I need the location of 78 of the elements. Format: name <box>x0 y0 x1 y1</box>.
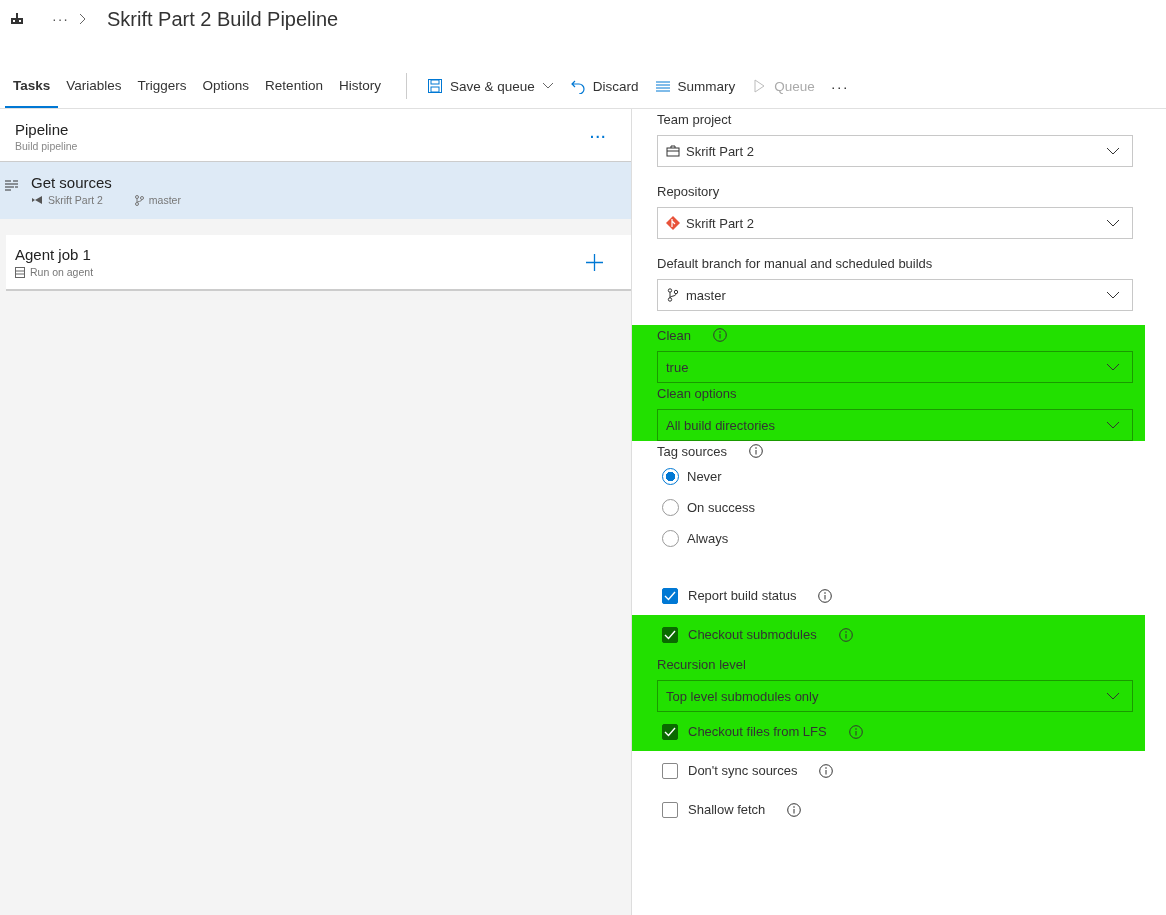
caret-down-icon <box>541 82 554 90</box>
checkbox-label: Report build status <box>688 588 797 603</box>
checkbox-label: Shallow fetch <box>688 802 766 817</box>
chevron-down-icon <box>1106 147 1120 155</box>
info-icon <box>848 724 863 739</box>
tab[interactable]: Options <box>194 64 258 108</box>
get-sources-item[interactable]: Get sources Skrift Part 2 master <box>0 162 631 219</box>
tab[interactable]: Variables <box>58 64 130 108</box>
chevron-down-icon <box>1106 421 1120 429</box>
field-label: Repository <box>657 183 720 199</box>
info-icon <box>749 444 764 458</box>
job-title: Agent job 1 <box>15 246 92 263</box>
breadcrumb-more[interactable]: ··· <box>52 11 69 27</box>
undo-icon <box>569 78 586 94</box>
tab[interactable]: Retention <box>257 64 331 108</box>
pipeline-title: Pipeline <box>15 121 70 138</box>
info-icon <box>818 588 833 603</box>
checkbox[interactable] <box>662 626 678 643</box>
checkbox[interactable] <box>662 723 678 740</box>
check-icon <box>664 726 676 737</box>
more-actions-button[interactable]: ··· <box>822 77 857 95</box>
field-label: Tag sources <box>657 443 728 459</box>
job-subtitle: Run on agent <box>30 266 94 278</box>
pipeline-icon <box>10 12 24 26</box>
info-icon <box>787 802 802 817</box>
field-label: Clean options <box>657 385 737 401</box>
checkbox-label: Checkout submodules <box>688 627 817 642</box>
tab[interactable]: Triggers <box>129 64 195 108</box>
checkbox[interactable] <box>662 801 678 818</box>
list-icon <box>5 179 19 191</box>
check-icon <box>664 629 676 640</box>
info-icon <box>838 627 853 642</box>
checkbox-label: Checkout files from LFS <box>688 724 827 739</box>
checkbox[interactable] <box>662 587 678 604</box>
field-label: Default branch for manual and scheduled builds <box>657 255 933 271</box>
checkbox[interactable] <box>662 762 678 779</box>
save-button[interactable]: Save & queue <box>418 70 562 102</box>
pipeline-subtitle: Build pipeline <box>15 140 78 152</box>
field-label: Clean <box>657 327 691 343</box>
chevron-down-icon <box>1106 219 1120 227</box>
dropdown-field[interactable]: All build directories <box>657 409 1133 441</box>
chevron-down-icon <box>1106 692 1120 700</box>
chevron-down-icon <box>1106 291 1120 299</box>
check-icon <box>664 590 676 601</box>
checkbox-label: Don't sync sources <box>688 763 798 778</box>
radio-label: Always <box>687 531 729 546</box>
branch-name: master <box>148 194 181 206</box>
field-label: Recursion level <box>657 656 746 672</box>
discard-button[interactable]: Discard <box>561 70 647 102</box>
add-icon <box>586 253 603 271</box>
page-title: Skrift Part 2 Build Pipeline <box>107 7 339 31</box>
tab[interactable]: History <box>330 64 389 108</box>
info-icon <box>712 328 727 342</box>
radio-label: On success <box>687 500 755 515</box>
save-icon <box>426 78 443 94</box>
dropdown-field[interactable]: Skrift Part 2 <box>657 207 1133 239</box>
info-icon <box>819 763 834 778</box>
task-title: Get sources <box>31 174 113 191</box>
branch-icon <box>133 194 144 206</box>
dropdown-field[interactable]: true <box>657 351 1133 383</box>
dropdown-field[interactable]: Top level submodules only <box>657 680 1133 712</box>
list-icon <box>654 78 671 94</box>
server-icon <box>15 266 25 278</box>
briefcase-icon <box>666 144 680 158</box>
summary-button[interactable]: Summary <box>646 70 744 102</box>
field-label: Team project <box>657 111 732 127</box>
more-button[interactable]: ··· <box>590 128 607 145</box>
git-icon <box>666 216 680 230</box>
dropdown-field[interactable]: master <box>657 279 1133 311</box>
repo-name: Skrift Part 2 <box>48 194 103 206</box>
branch-icon <box>666 288 680 302</box>
repo-icon <box>31 195 43 205</box>
radio-button[interactable] <box>662 468 679 485</box>
chevron-down-icon <box>1106 363 1120 371</box>
dropdown-field[interactable]: Skrift Part 2 <box>657 135 1133 167</box>
radio-label: Never <box>687 469 722 484</box>
agent-job-card[interactable]: Agent job 1 Run on agent <box>6 235 631 291</box>
chevron-right-icon <box>79 13 87 25</box>
